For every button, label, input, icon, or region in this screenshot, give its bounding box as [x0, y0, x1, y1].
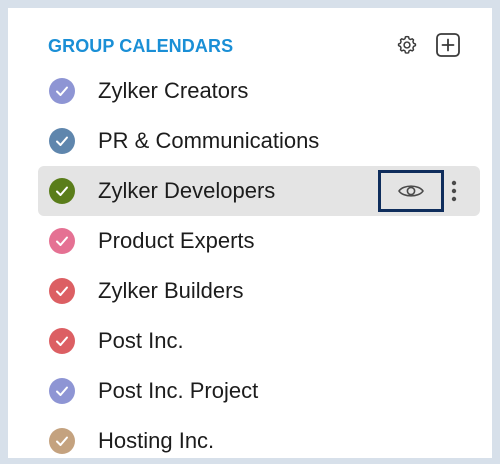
calendar-item[interactable]: Zylker Developers: [38, 166, 480, 216]
calendar-checkbox[interactable]: [49, 328, 75, 354]
calendar-more-options-button[interactable]: [446, 179, 462, 203]
calendar-item[interactable]: PR & Communications: [38, 116, 480, 166]
calendar-name: PR & Communications: [98, 128, 320, 153]
calendar-name: Hosting Inc.: [98, 428, 215, 453]
checkmark-icon: [56, 136, 68, 146]
calendar-name: Post Inc.: [98, 328, 184, 353]
calendar-checkbox[interactable]: [49, 228, 75, 254]
plus-square-icon: [436, 33, 460, 57]
calendar-name: Product Experts: [98, 228, 255, 253]
checkmark-icon: [56, 436, 68, 446]
view-only-this-calendar-button[interactable]: [378, 170, 444, 212]
calendar-checkbox[interactable]: [49, 128, 75, 154]
checkmark-icon: [56, 236, 68, 246]
calendar-item[interactable]: Hosting Inc.: [38, 416, 480, 458]
calendar-item[interactable]: Zylker Creators: [38, 66, 480, 116]
calendar-checkbox[interactable]: [49, 78, 75, 104]
eye-icon: [398, 185, 424, 197]
calendar-settings-button[interactable]: [394, 32, 420, 58]
calendar-checkbox[interactable]: [49, 278, 75, 304]
calendar-item[interactable]: Zylker Builders: [38, 266, 480, 316]
calendar-item[interactable]: Post Inc.: [38, 316, 480, 366]
section-title: GROUP CALENDARS: [48, 36, 234, 56]
calendar-checkbox[interactable]: [49, 428, 75, 454]
checkmark-icon: [56, 186, 68, 196]
calendar-name: Post Inc. Project: [98, 378, 259, 403]
calendar-checkbox[interactable]: [49, 178, 75, 204]
calendar-name: Zylker Creators: [98, 78, 249, 103]
add-calendar-button[interactable]: [435, 32, 461, 58]
panel-header: GROUP CALENDARS: [48, 26, 482, 64]
checkmark-icon: [56, 336, 68, 346]
calendar-name: Zylker Builders: [98, 278, 244, 303]
calendar-checkbox[interactable]: [49, 378, 75, 404]
gear-icon: [397, 35, 417, 54]
calendar-list: Zylker Creators PR & Communications Zylker…: [38, 66, 480, 458]
calendar-item[interactable]: Post Inc. Project: [38, 366, 480, 416]
group-calendars-panel: GROUP CALENDARS Zylker Creators PR & Comm…: [0, 0, 500, 464]
calendar-name: Zylker Developers: [98, 178, 276, 203]
checkmark-icon: [56, 86, 68, 96]
calendar-item[interactable]: Product Experts: [38, 216, 480, 266]
checkmark-icon: [56, 286, 68, 296]
more-vertical-icon: [451, 180, 457, 202]
checkmark-icon: [56, 386, 68, 396]
